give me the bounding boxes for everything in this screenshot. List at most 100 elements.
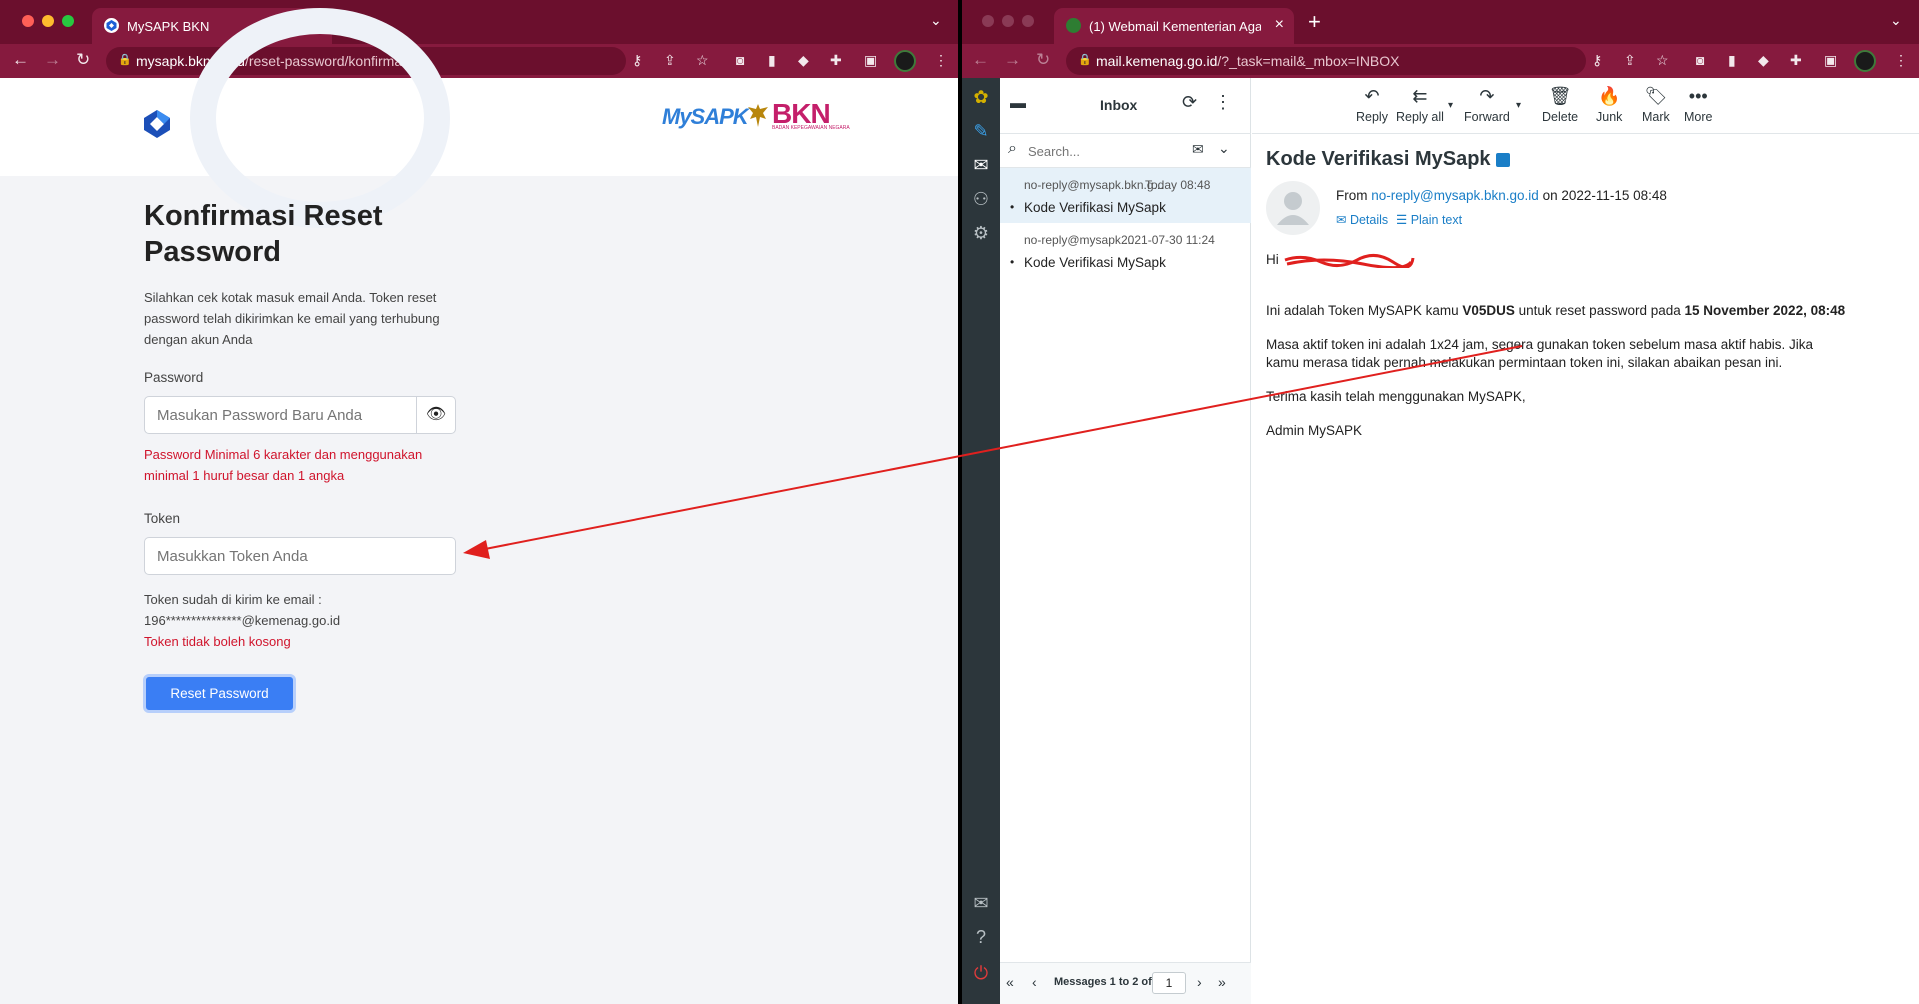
more-button[interactable]: ••• More — [1684, 86, 1712, 124]
reply-all-button[interactable]: ⇇ Reply all — [1396, 86, 1444, 124]
minimize-window-button[interactable] — [42, 15, 54, 27]
token-input[interactable] — [144, 537, 456, 575]
star-icon[interactable]: ☆ — [696, 52, 709, 69]
forward-icon: ↷ — [1479, 86, 1495, 106]
profile-avatar[interactable] — [894, 50, 916, 72]
token-sent-label: Token sudah di kirim ke email : — [144, 592, 322, 607]
tab-title: (1) Webmail Kementerian Agama — [1089, 19, 1261, 34]
reply-icon: ↶ — [1364, 86, 1380, 106]
extension-icon[interactable]: ◆ — [1758, 52, 1769, 69]
key-icon[interactable]: ⚷ — [632, 52, 642, 69]
forward-icon[interactable]: → — [1004, 50, 1021, 70]
tab-title: MySAPK BKN — [127, 19, 210, 34]
chevron-down-icon[interactable]: ⌄ — [1890, 12, 1902, 29]
mysapk-brand-logo: MySAPK — [662, 104, 749, 129]
close-window-button[interactable] — [22, 15, 34, 27]
app-nav-rail: ✿ ✎ ✉ ⚇ ⚙ ✉ ? ⏻ — [962, 78, 1000, 1004]
close-window-button[interactable] — [982, 15, 994, 27]
unread-dot-icon: • — [1010, 255, 1015, 269]
reply-button[interactable]: ↶ Reply — [1356, 86, 1388, 124]
menu-icon[interactable]: ⋮ — [1894, 52, 1908, 69]
body-line-2: Masa aktif token ini adalah 1x24 jam, se… — [1266, 337, 1814, 352]
extension-icon[interactable]: ▮ — [1728, 52, 1736, 69]
sidebar-icon[interactable]: ▣ — [1824, 52, 1837, 69]
forward-dropdown[interactable]: ▾ — [1516, 100, 1521, 111]
folder-title: Inbox — [1100, 97, 1138, 113]
redaction-scribble — [1284, 254, 1415, 270]
list-item[interactable]: no-reply@mysapk.bkn.g... Today 08:48 • K… — [1000, 168, 1251, 223]
maximize-window-button[interactable] — [62, 15, 74, 27]
puzzle-icon[interactable]: ✚ — [830, 52, 842, 69]
lock-icon: 🔒 — [1078, 54, 1092, 66]
share-icon[interactable]: ⇪ — [664, 52, 676, 69]
profile-avatar[interactable] — [1854, 50, 1876, 72]
token-value: V05DUS — [1462, 303, 1515, 318]
mail-bottom-icon[interactable]: ✉ — [970, 892, 992, 914]
list-menu-icon[interactable]: ⋮ — [1214, 92, 1232, 113]
url-text: mail.kemenag.go.id/?_task=mail&_mbox=INB… — [1096, 53, 1400, 69]
compose-icon[interactable]: ✎ — [970, 120, 992, 142]
key-icon[interactable]: ⚷ — [1592, 52, 1602, 69]
forward-icon[interactable]: → — [44, 50, 61, 70]
share-icon[interactable]: ⇪ — [1624, 52, 1636, 69]
message-subject-title: Kode Verifikasi MySapk — [1266, 148, 1511, 171]
page-description: Silahkan cek kotak masuk email Anda. Tok… — [144, 290, 440, 347]
camera-icon[interactable]: ◙ — [1696, 52, 1704, 68]
first-page-icon[interactable]: « — [1006, 974, 1014, 990]
open-external-icon[interactable] — [1496, 152, 1511, 167]
token-sent-email: 196***************@kemenag.go.id — [144, 613, 341, 628]
address-bar[interactable]: 🔒 mail.kemenag.go.id/?_task=mail&_mbox=I… — [1066, 47, 1586, 75]
eye-icon[interactable]: 👁 — [416, 396, 456, 434]
logout-power-icon[interactable]: ⏻ — [970, 962, 992, 984]
reload-icon[interactable]: ↻ — [1036, 50, 1050, 70]
messages-count: Messages 1 to 2 of 2 — [1054, 976, 1161, 988]
details-link[interactable]: ✉ Details — [1336, 212, 1388, 227]
tab-bar: (1) Webmail Kementerian Agama × + ⌄ — [962, 0, 1919, 44]
puzzle-icon[interactable]: ✚ — [1790, 52, 1802, 69]
reply-all-dropdown[interactable]: ▾ — [1448, 100, 1453, 111]
last-page-icon[interactable]: » — [1218, 974, 1226, 990]
sidebar-icon[interactable]: ▣ — [864, 52, 877, 69]
camera-icon[interactable]: ◙ — [736, 52, 744, 68]
reload-icon[interactable]: ↻ — [76, 50, 90, 70]
maximize-window-button[interactable] — [1022, 15, 1034, 27]
extension-icon[interactable]: ▮ — [768, 52, 776, 69]
forward-button[interactable]: ↷ Forward — [1464, 86, 1510, 124]
chevron-down-icon[interactable]: ⌄ — [1218, 140, 1230, 157]
mark-button[interactable]: 🏷 Mark — [1642, 86, 1670, 124]
folder-icon[interactable]: ▬ — [1010, 95, 1026, 113]
plain-text-link[interactable]: ☰ Plain text — [1396, 212, 1462, 227]
message-list-panel: ▬ Inbox ⟳ ⋮ ⌕ ✉ ⌄ no-reply@mysapk.bkn.g.… — [1000, 78, 1251, 1004]
kemenag-logo-icon[interactable]: ✿ — [970, 86, 992, 108]
delete-button[interactable]: 🗑 Delete — [1542, 86, 1578, 124]
settings-gear-icon[interactable]: ⚙ — [970, 222, 992, 244]
prev-page-icon[interactable]: ‹ — [1032, 974, 1037, 990]
page-number-input[interactable]: 1 — [1152, 972, 1186, 994]
reply-all-icon: ⇇ — [1412, 86, 1428, 106]
sender-email-link[interactable]: no-reply@mysapk.bkn.go.id — [1371, 188, 1539, 203]
message-date: Today 08:48 — [1145, 178, 1211, 192]
next-page-icon[interactable]: › — [1197, 974, 1202, 990]
extension-icon[interactable]: ◆ — [798, 52, 809, 69]
plus-icon[interactable]: + — [1308, 9, 1321, 35]
junk-button[interactable]: 🔥 Junk — [1596, 86, 1622, 124]
minimize-window-button[interactable] — [1002, 15, 1014, 27]
chevron-down-icon[interactable]: ⌄ — [930, 12, 942, 29]
menu-icon[interactable]: ⋮ — [934, 52, 948, 69]
password-input[interactable] — [144, 396, 418, 434]
list-item[interactable]: no-reply@mysapk.... 2021-07-30 11:24 • K… — [1000, 223, 1251, 278]
star-icon[interactable]: ☆ — [1656, 52, 1669, 69]
help-icon[interactable]: ? — [970, 926, 992, 948]
tab-webmail[interactable]: (1) Webmail Kementerian Agama × — [1054, 8, 1294, 44]
envelope-filter-icon[interactable]: ✉ — [1192, 141, 1204, 158]
search-input[interactable] — [1028, 139, 1188, 163]
garuda-emblem-icon — [748, 104, 768, 127]
reset-password-button[interactable]: Reset Password — [143, 674, 296, 713]
mail-icon[interactable]: ✉ — [970, 154, 992, 176]
contacts-icon[interactable]: ⚇ — [970, 188, 992, 210]
close-icon[interactable]: × — [1275, 16, 1284, 34]
refresh-icon[interactable]: ⟳ — [1182, 92, 1197, 113]
mysapk-logo-icon[interactable] — [142, 109, 172, 139]
back-icon[interactable]: ← — [972, 50, 989, 70]
back-icon[interactable]: ← — [12, 50, 29, 70]
